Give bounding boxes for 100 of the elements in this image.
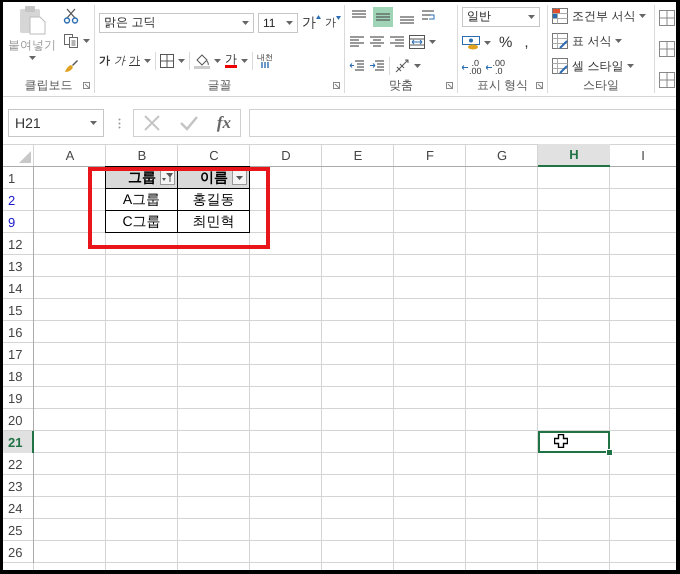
dialog-launcher-icon[interactable] [446,82,453,89]
insert-cells-icon[interactable] [659,10,675,26]
align-lines-icon [376,13,390,21]
caret-icon[interactable] [627,64,634,68]
caret-icon[interactable] [615,39,622,43]
cursor-cross-icon [554,434,568,448]
column-header[interactable]: F [394,144,466,167]
formula-field[interactable] [249,109,676,137]
cell-styles-button[interactable]: 셀 스타일 [552,58,646,74]
row-number[interactable]: 26 [8,544,22,560]
caret-icon[interactable] [90,121,97,125]
group-label: 클립보드 [24,77,72,93]
decrease-decimal-button[interactable]: .00 .0 [486,59,506,76]
filter-button[interactable] [232,170,247,185]
row-number[interactable]: 15 [8,302,22,318]
increase-font-size-button[interactable]: 가 [302,14,321,32]
phonetic-guide-button[interactable]: 내천 [257,53,273,68]
drag-handle-icon[interactable] [118,118,121,128]
middle-align-button[interactable] [373,7,393,27]
percent-style-button[interactable]: % [495,34,516,52]
group-label: 맞춤 [389,77,413,93]
align-lines-icon [352,10,366,18]
caret-icon[interactable] [242,20,249,24]
row-number[interactable]: 16 [8,324,22,340]
decrease-font-size-button[interactable]: 가 [325,15,341,30]
arrow-icon [486,64,492,70]
row-number[interactable]: 20 [8,412,22,428]
caret-icon[interactable] [214,58,221,62]
column-header[interactable]: A [34,144,106,167]
row-number[interactable]: 13 [8,258,22,274]
check-icon[interactable] [178,114,199,132]
caret-icon [236,176,243,180]
currency-icon[interactable] [462,36,480,50]
row-number[interactable]: 25 [8,522,22,538]
font-size-dropdown[interactable]: 11 [258,12,298,32]
scissors-icon[interactable] [63,8,79,24]
align-lines-icon [400,16,414,24]
filter-button[interactable] [160,170,175,185]
row-number[interactable]: 14 [8,280,22,296]
caret-icon[interactable] [484,40,491,45]
group-label: 글꼴 [208,77,232,93]
fill-handle[interactable] [606,449,613,456]
conditional-formatting-button[interactable]: 조건부 서식 [552,8,646,24]
paintbrush-icon[interactable] [63,58,79,74]
dialog-launcher-icon[interactable] [536,82,543,89]
arrow-up-icon [316,14,321,18]
copy-icon[interactable] [63,32,79,49]
font-name-dropdown[interactable]: 맑은 고딕 [99,12,254,32]
format-as-table-button[interactable]: 표 서식 [552,32,646,50]
clipboard-icon[interactable] [18,5,46,35]
column-heading: 이름 [200,168,228,186]
column-heading: 그룹 [128,168,156,186]
paint-bucket-icon[interactable] [194,52,210,68]
caret-icon[interactable] [241,58,248,62]
increase-decimal-button[interactable]: .0 .00 [462,59,482,76]
font-color-button[interactable]: 가 [225,53,237,68]
row-number[interactable]: 9 [8,214,16,230]
dialog-launcher-icon[interactable] [333,82,340,89]
caret-icon[interactable] [28,56,36,60]
conditional-format-icon [552,8,568,24]
insert-function-button[interactable]: fx [216,113,232,133]
underline-button[interactable]: 가 [129,53,140,68]
row-number[interactable]: 19 [8,390,22,406]
delete-cells-icon[interactable] [659,40,675,57]
format-cells-icon[interactable] [659,72,675,88]
arrow-down-icon [336,16,341,20]
table-cell: C그룹 [105,210,178,233]
caret-icon[interactable] [414,64,421,68]
italic-button[interactable]: 가 [114,53,125,68]
row-number[interactable]: 1 [8,170,16,186]
phonetic-mark-icon [260,62,270,68]
number-format-dropdown[interactable]: 일반 [462,6,540,27]
caret-icon[interactable] [178,58,185,62]
caret-icon[interactable] [528,14,535,19]
column-header[interactable]: E [322,144,394,167]
row-number[interactable]: 24 [8,500,22,516]
comma-style-button[interactable]: , [520,34,533,52]
row-number[interactable]: 2 [8,192,16,208]
caret-icon[interactable] [286,20,293,24]
row-number[interactable]: 12 [8,236,22,252]
caret-icon[interactable] [429,40,436,44]
active-cell[interactable] [538,431,610,453]
bold-button[interactable]: 가 [99,53,110,68]
row-number[interactable]: 18 [8,368,22,384]
row-number[interactable]: 17 [8,346,22,362]
column-header[interactable]: D [250,144,322,167]
name-box[interactable]: H21 [8,109,104,137]
dialog-launcher-icon[interactable] [83,82,90,89]
caret-icon[interactable] [83,38,90,43]
cell-style-icon [552,58,568,74]
row-number[interactable]: 22 [8,456,22,472]
row-number[interactable]: 23 [8,478,22,494]
caret-icon[interactable] [639,14,646,18]
borders-icon[interactable] [160,54,174,68]
column-header[interactable]: I [610,144,676,167]
merge-cells-icon[interactable] [409,34,425,50]
table-cell: 최민혁 [177,210,250,233]
text-orientation-icon[interactable] [394,58,410,74]
column-header[interactable]: H [538,144,610,167]
caret-icon[interactable] [144,58,151,62]
